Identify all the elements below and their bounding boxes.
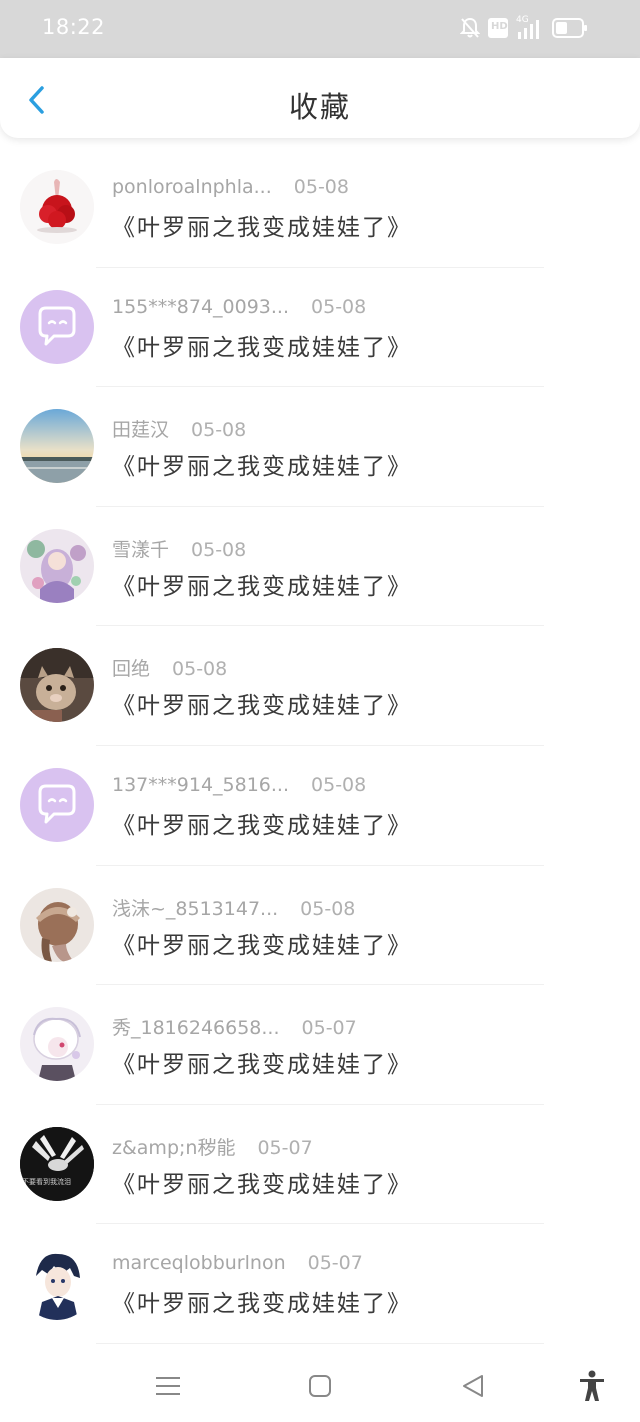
user-name[interactable]: 137***914_5816... xyxy=(112,774,289,796)
user-name[interactable]: 浅沫~_8513147... xyxy=(112,894,278,921)
user-name[interactable]: 155***874_0093... xyxy=(112,296,289,318)
landscape-avatar[interactable] xyxy=(20,409,94,484)
list-item[interactable]: ponloroalnphla... 05-08 《叶罗丽之我变成娃娃了》 xyxy=(0,148,640,268)
item-title[interactable]: 《叶罗丽之我变成娃娃了》 xyxy=(112,447,412,481)
favorites-list: ponloroalnphla... 05-08 《叶罗丽之我变成娃娃了》 155*… xyxy=(0,148,640,1344)
anime-girl-avatar[interactable] xyxy=(20,528,94,603)
user-name[interactable]: 田莛汉 xyxy=(112,415,169,442)
list-item[interactable]: 137***914_5816... 05-08 《叶罗丽之我变成娃娃了》 xyxy=(0,746,640,866)
list-item[interactable]: 155***874_0093... 05-08 《叶罗丽之我变成娃娃了》 xyxy=(0,268,640,388)
hd-label: HD xyxy=(491,21,508,32)
default-chat-avatar[interactable] xyxy=(20,289,94,364)
item-meta: z&amp;n秽能 05-07 xyxy=(112,1133,313,1160)
list-item[interactable]: 回绝 05-08 《叶罗丽之我变成娃娃了》 xyxy=(0,626,640,746)
signal-icon xyxy=(518,19,540,43)
status-bar: 18:22 HD 4G xyxy=(0,0,640,58)
user-name[interactable]: marceqlobburlnon xyxy=(112,1252,286,1274)
bell-muted-icon xyxy=(459,17,481,43)
back-icon xyxy=(463,1375,483,1397)
item-date: 05-08 xyxy=(191,538,247,561)
item-date: 05-08 xyxy=(311,773,367,796)
list-item[interactable]: 秀_1816246658... 05-07 《叶罗丽之我变成娃娃了》 xyxy=(0,985,640,1105)
item-title[interactable]: 《叶罗丽之我变成娃娃了》 xyxy=(112,567,412,601)
item-date: 05-07 xyxy=(307,1252,363,1275)
menu-icon xyxy=(156,1377,180,1395)
avatar-caption: 不要看到我流泪 xyxy=(22,1177,71,1186)
item-title[interactable]: 《叶罗丽之我变成娃娃了》 xyxy=(112,208,412,242)
accessibility-icon xyxy=(580,1370,604,1401)
anime-boy-avatar[interactable] xyxy=(20,1246,94,1321)
home-icon xyxy=(309,1375,331,1397)
item-title[interactable]: 《叶罗丽之我变成娃娃了》 xyxy=(112,806,412,840)
item-date: 05-08 xyxy=(300,897,356,920)
cat-avatar[interactable] xyxy=(20,648,94,723)
item-title[interactable]: 《叶罗丽之我变成娃娃了》 xyxy=(112,1045,412,1079)
item-date: 05-07 xyxy=(257,1136,313,1159)
default-chat-avatar[interactable] xyxy=(20,767,94,842)
item-meta: 雪漾千 05-08 xyxy=(112,535,246,562)
item-date: 05-08 xyxy=(293,176,349,198)
item-meta: 田莛汉 05-08 xyxy=(112,415,246,442)
user-name[interactable]: 秀_1816246658... xyxy=(112,1013,280,1040)
list-item[interactable]: 不要看到我流泪 z&amp;n秽能 05-07 《叶罗丽之我变成娃娃了》 xyxy=(0,1105,640,1225)
header: 收藏 xyxy=(0,58,640,138)
status-time: 18:22 xyxy=(42,15,106,39)
item-date: 05-08 xyxy=(172,658,228,681)
menu-button[interactable] xyxy=(150,1368,186,1404)
back-nav-button[interactable] xyxy=(454,1368,490,1404)
user-name[interactable]: z&amp;n秽能 xyxy=(112,1133,235,1160)
item-meta: 155***874_0093... 05-08 xyxy=(112,296,366,318)
accessibility-button[interactable] xyxy=(574,1368,610,1404)
home-button[interactable] xyxy=(302,1368,338,1404)
navigation-bar xyxy=(0,1350,640,1422)
item-date: 05-07 xyxy=(301,1017,357,1040)
list-item[interactable]: 田莛汉 05-08 《叶罗丽之我变成娃娃了》 xyxy=(0,387,640,507)
red-flower-avatar[interactable] xyxy=(20,170,94,244)
list-item[interactable]: marceqlobburlnon 05-07 《叶罗丽之我变成娃娃了》 xyxy=(0,1224,640,1344)
item-meta: 137***914_5816... 05-08 xyxy=(112,774,366,796)
dark-hands-avatar[interactable]: 不要看到我流泪 xyxy=(20,1126,94,1201)
user-name[interactable]: ponloroalnphla... xyxy=(112,176,272,198)
white-hair-avatar[interactable] xyxy=(20,1007,94,1082)
user-name[interactable]: 雪漾千 xyxy=(112,535,169,562)
status-icons: HD 4G xyxy=(459,15,600,43)
item-date: 05-08 xyxy=(191,419,247,442)
item-title[interactable]: 《叶罗丽之我变成娃娃了》 xyxy=(112,686,412,720)
item-meta: ponloroalnphla... 05-08 xyxy=(112,176,349,198)
item-title[interactable]: 《叶罗丽之我变成娃娃了》 xyxy=(112,1165,412,1199)
item-meta: 回绝 05-08 xyxy=(112,654,227,681)
item-meta: 浅沫~_8513147... 05-08 xyxy=(112,894,355,921)
item-title[interactable]: 《叶罗丽之我变成娃娃了》 xyxy=(112,926,412,960)
item-date: 05-08 xyxy=(311,295,367,318)
item-meta: marceqlobburlnon 05-07 xyxy=(112,1252,363,1274)
list-item[interactable]: 雪漾千 05-08 《叶罗丽之我变成娃娃了》 xyxy=(0,507,640,627)
girl-back-avatar[interactable] xyxy=(20,887,94,962)
page-title: 收藏 xyxy=(288,90,351,124)
list-item[interactable]: 浅沫~_8513147... 05-08 《叶罗丽之我变成娃娃了》 xyxy=(0,866,640,986)
item-meta: 秀_1816246658... 05-07 xyxy=(112,1013,357,1040)
item-title[interactable]: 《叶罗丽之我变成娃娃了》 xyxy=(112,328,412,362)
item-title[interactable]: 《叶罗丽之我变成娃娃了》 xyxy=(112,1284,412,1318)
battery-icon xyxy=(552,18,588,42)
user-name[interactable]: 回绝 xyxy=(112,654,150,681)
